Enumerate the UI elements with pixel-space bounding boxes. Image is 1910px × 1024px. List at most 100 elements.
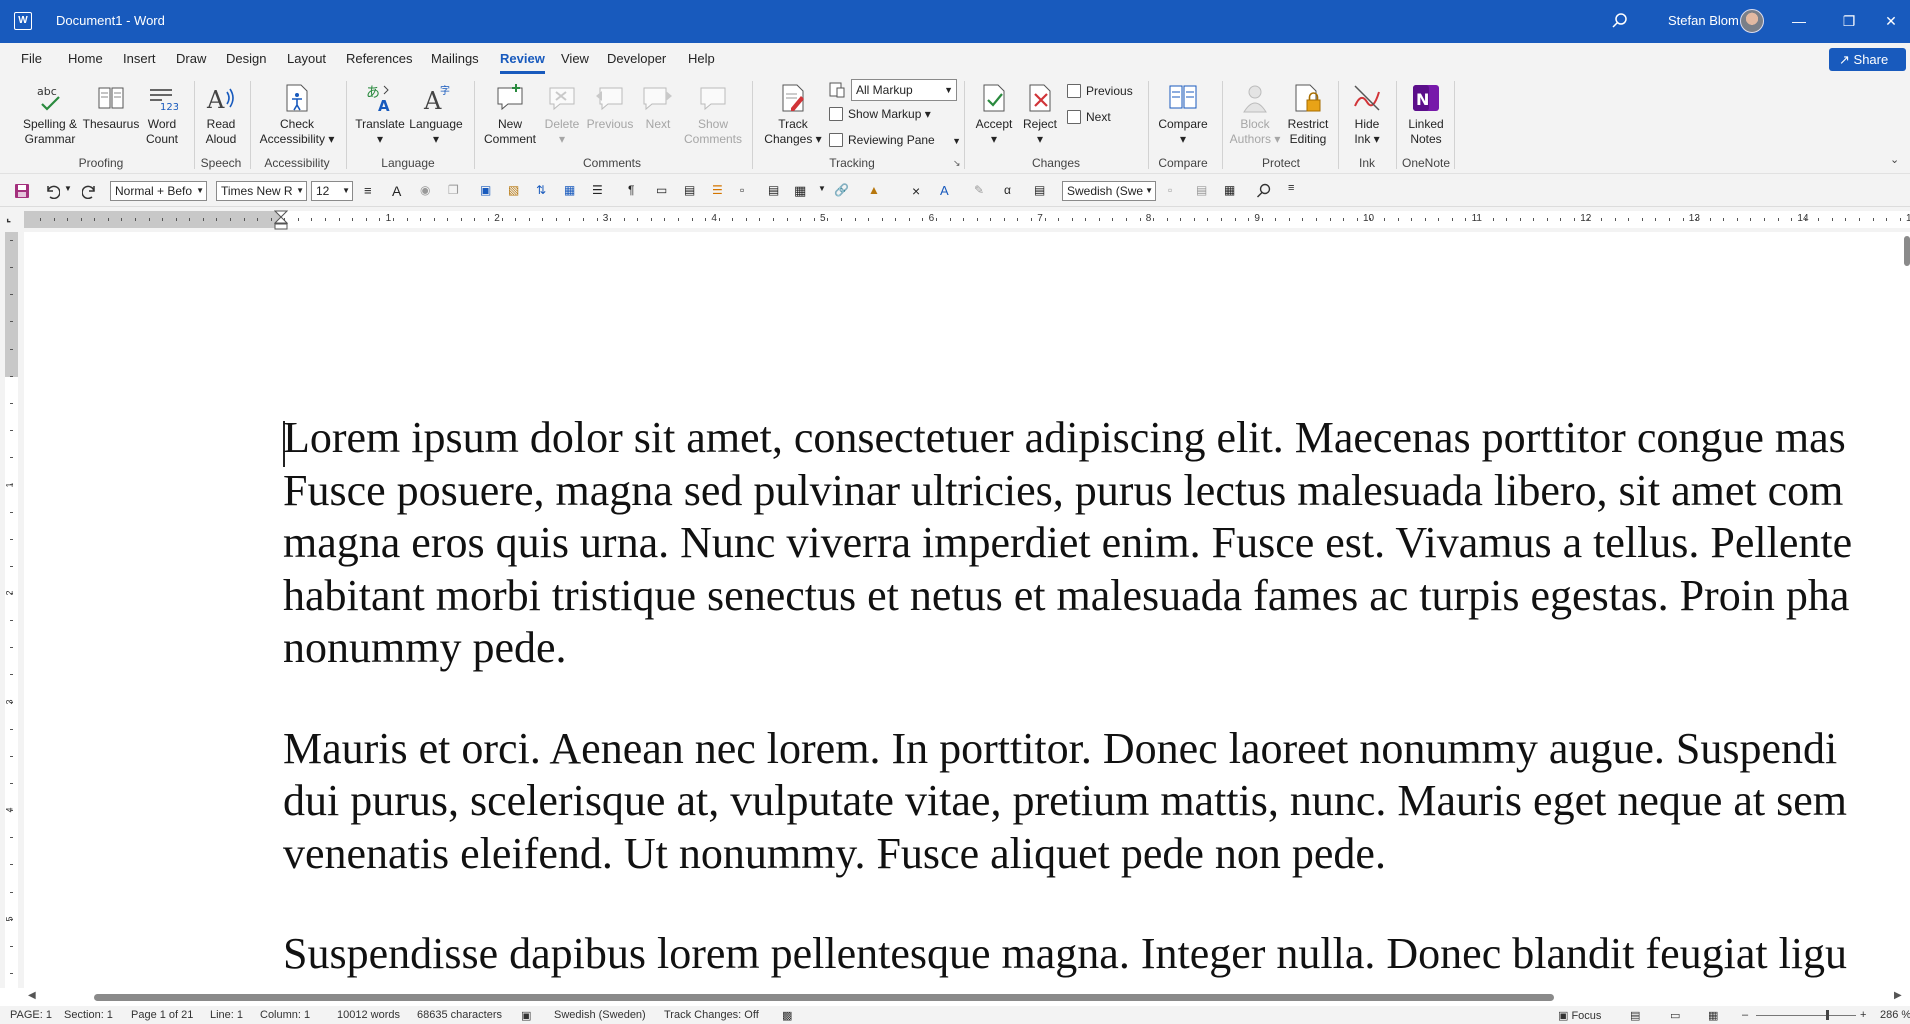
close-button[interactable]: ✕: [1868, 0, 1910, 43]
vertical-ruler[interactable]: 12345: [0, 232, 24, 988]
macro-recording-icon[interactable]: ▩: [782, 1009, 792, 1022]
scroll-right-icon[interactable]: ▶: [1894, 990, 1902, 1001]
scroll-left-icon[interactable]: ◀: [28, 990, 36, 1001]
avatar[interactable]: [1740, 9, 1764, 33]
tab-draw[interactable]: Draw: [176, 51, 206, 66]
indent-marker-icon[interactable]: [274, 210, 288, 230]
status-page-of[interactable]: Page 1 of 21: [131, 1009, 193, 1021]
highlight-icon[interactable]: ◉: [420, 183, 436, 199]
paragraph-format-icon[interactable]: ≡: [364, 183, 380, 199]
translate-button[interactable]: あA Translate ▾: [352, 82, 408, 147]
horizontal-scrollbar[interactable]: ◀ ▶: [24, 988, 1910, 1006]
page-layout-icon[interactable]: ▤: [768, 183, 784, 199]
style-select[interactable]: Normal + Befo ▼: [110, 181, 207, 201]
text-box-icon[interactable]: ▣: [480, 183, 496, 199]
status-character-count[interactable]: 68635 characters: [417, 1009, 502, 1021]
collapse-ribbon-icon[interactable]: ⌄: [1890, 153, 1899, 166]
tab-file[interactable]: File: [21, 51, 42, 66]
text-effects-icon[interactable]: A: [940, 183, 956, 199]
tab-developer[interactable]: Developer: [607, 51, 666, 66]
customize-qat-icon[interactable]: ≡: [1288, 182, 1294, 194]
zoom-slider-thumb[interactable]: [1826, 1010, 1829, 1020]
undo-dropdown-icon[interactable]: ▼: [64, 184, 72, 193]
undo-icon[interactable]: [44, 183, 60, 199]
page-break-icon[interactable]: ▫: [1168, 183, 1184, 199]
reviewing-pane-button[interactable]: Reviewing Pane ▼: [829, 129, 961, 151]
close-toolbar-icon[interactable]: ×: [912, 183, 928, 199]
dialog-launcher-icon[interactable]: ↘: [953, 158, 961, 169]
markup-select[interactable]: All Markup ▼: [851, 79, 957, 101]
minimize-button[interactable]: —: [1776, 0, 1822, 43]
previous-comment-button[interactable]: Previous: [584, 82, 636, 132]
find-icon[interactable]: [1256, 183, 1272, 199]
document-view-icon[interactable]: ▫: [740, 183, 756, 199]
vertical-scrollbar[interactable]: [1904, 236, 1910, 266]
document-canvas[interactable]: Lorem ipsum dolor sit amet, consectetuer…: [24, 232, 1910, 988]
tab-view[interactable]: View: [561, 51, 589, 66]
save-icon[interactable]: [14, 183, 30, 199]
block-authors-button[interactable]: Block Authors ▾: [1228, 82, 1282, 147]
status-page[interactable]: PAGE: 1: [10, 1009, 52, 1021]
copy-format-icon[interactable]: ❐: [448, 183, 464, 199]
grid-icon[interactable]: ▦: [1224, 183, 1240, 199]
zoom-slider[interactable]: [1756, 1015, 1856, 1016]
link-icon[interactable]: 🔗: [834, 183, 850, 199]
accept-button[interactable]: Accept ▾: [970, 82, 1018, 147]
search-icon[interactable]: [1610, 11, 1630, 31]
scrollbar-thumb[interactable]: [94, 994, 1554, 1001]
status-column[interactable]: Column: 1: [260, 1009, 310, 1021]
status-track-changes[interactable]: Track Changes: Off: [664, 1009, 759, 1021]
paragraph[interactable]: Lorem ipsum dolor sit amet, consectetuer…: [283, 412, 1910, 675]
thesaurus-button[interactable]: Thesaurus: [82, 82, 140, 132]
previous-change-button[interactable]: Previous: [1067, 80, 1133, 102]
next-comment-button[interactable]: Next: [638, 82, 678, 132]
tab-selector-icon[interactable]: ⌞: [6, 211, 11, 224]
page-icon[interactable]: ▭: [656, 183, 672, 199]
shapes-icon[interactable]: ▲: [868, 183, 884, 199]
restrict-editing-button[interactable]: Restrict Editing: [1282, 82, 1334, 147]
check-accessibility-button[interactable]: Check Accessibility ▾: [256, 82, 338, 147]
status-section[interactable]: Section: 1: [64, 1009, 113, 1021]
chevron-down-icon[interactable]: ▼: [818, 184, 826, 193]
font-color-icon[interactable]: A: [392, 183, 408, 199]
show-markup-button[interactable]: Show Markup ▾: [829, 103, 931, 125]
status-language[interactable]: Swedish (Sweden): [554, 1009, 646, 1021]
compare-button[interactable]: Compare ▾: [1154, 82, 1212, 147]
word-app-icon[interactable]: W: [14, 12, 32, 30]
table-icon[interactable]: ▦: [794, 183, 810, 199]
language-button[interactable]: A字 Language ▾: [408, 82, 464, 147]
tab-insert[interactable]: Insert: [123, 51, 156, 66]
track-changes-button[interactable]: Track Changes ▾: [758, 82, 828, 147]
tab-help[interactable]: Help: [688, 51, 715, 66]
horizontal-ruler[interactable]: ⌞ 123456789101112131415: [0, 207, 1910, 232]
status-word-count[interactable]: 10012 words: [337, 1009, 400, 1021]
print-layout-icon[interactable]: ▭: [1670, 1009, 1680, 1022]
tab-references[interactable]: References: [346, 51, 412, 66]
next-change-button[interactable]: Next: [1067, 106, 1111, 128]
tab-layout[interactable]: Layout: [287, 51, 326, 66]
line-spacing-icon[interactable]: ☰: [712, 183, 728, 199]
list-icon[interactable]: ☰: [592, 183, 608, 199]
focus-mode-button[interactable]: ▣ Focus: [1558, 1009, 1601, 1022]
read-mode-icon[interactable]: ▤: [1630, 1009, 1640, 1022]
paragraph[interactable]: Suspendisse dapibus lorem pellentesque m…: [283, 928, 1910, 981]
zoom-out-icon[interactable]: –: [1742, 1009, 1748, 1021]
redo-icon[interactable]: [82, 183, 98, 199]
tab-review[interactable]: Review: [500, 51, 545, 74]
show-comments-button[interactable]: Show Comments: [682, 82, 744, 147]
edit-icon[interactable]: ✎: [974, 183, 990, 199]
document-page[interactable]: Lorem ipsum dolor sit amet, consectetuer…: [283, 412, 1910, 988]
font-size-select[interactable]: 12 ▼: [311, 181, 353, 201]
print-icon[interactable]: ▤: [1196, 183, 1212, 199]
document-icon[interactable]: ▤: [1034, 183, 1050, 199]
font-select[interactable]: Times New R ▼: [216, 181, 307, 201]
spelling-grammar-button[interactable]: abc Spelling & Grammar: [20, 82, 80, 147]
zoom-level[interactable]: 286 %: [1880, 1009, 1910, 1021]
picture-icon[interactable]: ▤: [684, 183, 700, 199]
status-line[interactable]: Line: 1: [210, 1009, 243, 1021]
new-comment-button[interactable]: New Comment: [480, 82, 540, 147]
tab-design[interactable]: Design: [226, 51, 266, 66]
spell-check-icon[interactable]: α: [1004, 183, 1020, 199]
zoom-in-icon[interactable]: +: [1860, 1009, 1866, 1021]
bookmark-icon[interactable]: ▦: [564, 183, 580, 199]
